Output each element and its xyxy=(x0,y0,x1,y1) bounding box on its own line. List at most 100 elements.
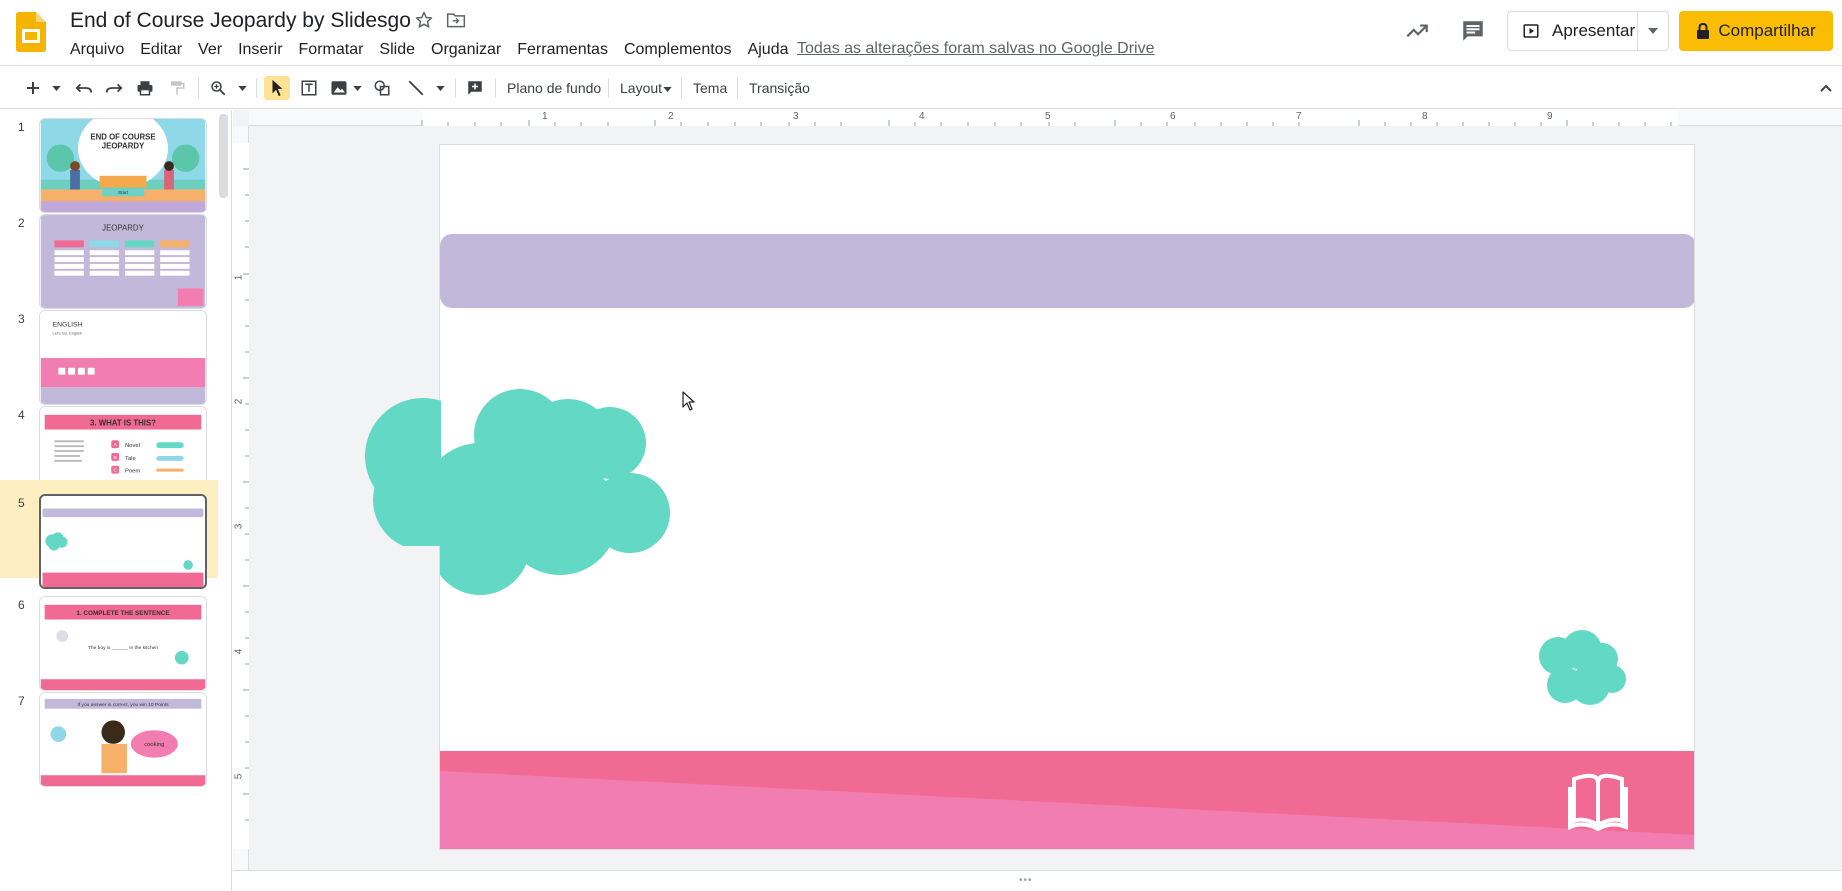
insert-comment-button[interactable] xyxy=(463,76,487,100)
menu-arquivo[interactable]: Arquivo xyxy=(62,40,132,60)
text-box-icon xyxy=(301,80,317,96)
ruler-label: 4 xyxy=(919,111,925,122)
present-label: Apresentar xyxy=(1552,21,1636,40)
star-icon[interactable] xyxy=(414,10,434,30)
menu-formatar[interactable]: Formatar xyxy=(291,40,372,60)
new-slide-button[interactable] xyxy=(24,76,42,100)
present-button-group: Apresentar xyxy=(1507,11,1669,51)
menu-ajuda[interactable]: Ajuda xyxy=(740,40,797,60)
caret-down-icon xyxy=(237,85,247,91)
thumb-title: ENGLISH xyxy=(53,322,83,329)
ruler-label: 5 xyxy=(1045,111,1051,122)
slide-canvas[interactable] xyxy=(439,144,1695,850)
zoom-button[interactable] xyxy=(206,76,230,100)
ruler-label: 1 xyxy=(233,274,245,281)
slide-thumbnail[interactable] xyxy=(39,494,207,589)
line-button[interactable] xyxy=(404,76,428,100)
thumb-option: Poem xyxy=(125,469,140,475)
line-icon xyxy=(408,80,424,96)
collapse-toolbar-icon[interactable] xyxy=(1818,80,1834,101)
toolbar-separator xyxy=(681,78,682,98)
thumb-start-label: Start xyxy=(118,190,129,196)
thumb-subtitle: Let's Go, English xyxy=(53,330,82,335)
caret-down-icon xyxy=(1648,28,1659,34)
menu-organizar[interactable]: Organizar xyxy=(423,40,509,60)
paint-format-button[interactable] xyxy=(165,76,189,100)
thumb-bubble: cooking xyxy=(144,742,164,748)
activity-trend-icon[interactable] xyxy=(1404,18,1430,44)
add-comment-icon xyxy=(468,81,482,95)
large-cloud-overflow xyxy=(365,398,441,546)
menu-inserir[interactable]: Inserir xyxy=(230,40,290,60)
transition-button[interactable]: Transição xyxy=(749,80,810,96)
insert-image-dropdown[interactable] xyxy=(351,76,363,100)
comment-icon[interactable] xyxy=(1460,18,1486,44)
undo-button[interactable] xyxy=(72,76,96,100)
resize-handle-icon[interactable]: ••• xyxy=(1019,875,1033,886)
save-status-link[interactable]: Todas as alterações foram salvas no Goog… xyxy=(797,40,1155,58)
thumb-letter: B xyxy=(114,455,117,461)
menu-bar: Arquivo Editar Ver Inserir Formatar Slid… xyxy=(62,40,796,60)
slide-number: 6 xyxy=(18,598,25,612)
slide-thumbnail[interactable]: Start END OF COURSE JEOPARDY xyxy=(39,118,207,213)
select-tool-button[interactable] xyxy=(264,76,290,100)
layout-button[interactable]: Layout xyxy=(620,80,662,96)
redo-icon xyxy=(105,83,123,93)
ruler-label: 2 xyxy=(233,398,245,405)
pointer-icon xyxy=(272,79,283,97)
vertical-ruler[interactable]: 1 2 3 4 5 xyxy=(233,126,249,870)
menu-ver[interactable]: Ver xyxy=(190,40,230,60)
speaker-notes-bar[interactable]: ••• xyxy=(233,870,1842,891)
slide-thumbnail[interactable]: 1. COMPLETE THE SENTENCE The boy is ____… xyxy=(39,596,207,691)
ruler-label: 2 xyxy=(668,111,674,122)
toolbar-separator xyxy=(256,78,257,98)
thumb-title: END OF COURSE JEOPARDY xyxy=(90,132,156,151)
ruler-label: 9 xyxy=(1547,111,1553,122)
slide-thumbnail[interactable]: JEOPARDY xyxy=(39,214,207,309)
undo-icon xyxy=(75,83,93,93)
slides-logo-icon[interactable] xyxy=(16,12,46,52)
slide-number: 2 xyxy=(18,216,25,230)
caret-down-icon xyxy=(435,85,445,91)
caret-down-icon xyxy=(352,85,362,91)
insert-image-button[interactable] xyxy=(327,76,351,100)
background-button[interactable]: Plano de fundo xyxy=(507,80,601,96)
slide-thumbnail[interactable]: ENGLISH Let's Go, English xyxy=(39,310,207,405)
ruler-label: 1 xyxy=(542,111,548,122)
share-button[interactable]: Compartilhar xyxy=(1679,11,1833,51)
document-title[interactable]: End of Course Jeopardy by Slidesgo xyxy=(70,9,411,33)
caret-down-icon xyxy=(51,85,61,91)
new-slide-dropdown[interactable] xyxy=(50,76,62,100)
thumb-title: 1. COMPLETE THE SENTENCE xyxy=(76,610,169,617)
filmstrip-slide-7[interactable]: 7 If you answer is correct, you win 10 P… xyxy=(0,684,218,791)
shape-icon xyxy=(374,80,390,96)
move-to-folder-icon[interactable] xyxy=(446,11,466,29)
redo-button[interactable] xyxy=(102,76,126,100)
slide-number: 7 xyxy=(18,694,25,708)
menu-complementos[interactable]: Complementos xyxy=(616,40,740,60)
present-button[interactable]: Apresentar xyxy=(1508,12,1639,50)
shape-button[interactable] xyxy=(370,76,394,100)
image-icon xyxy=(331,81,347,95)
zoom-dropdown[interactable] xyxy=(236,76,248,100)
menu-editar[interactable]: Editar xyxy=(132,40,190,60)
print-button[interactable] xyxy=(133,76,157,100)
text-box-button[interactable] xyxy=(297,76,321,100)
thumb-sentence: The boy is ______ in the kitchen xyxy=(88,645,158,651)
filmstrip-slide-2[interactable]: 2 JEOPARDY xyxy=(0,206,218,313)
line-dropdown[interactable] xyxy=(434,76,446,100)
filmstrip-scrollbar[interactable] xyxy=(219,114,228,198)
filmstrip-slide-3[interactable]: 3 ENGLISH Let's Go, English xyxy=(0,302,218,409)
ruler-label: 8 xyxy=(1422,111,1428,122)
theme-button[interactable]: Tema xyxy=(693,80,727,96)
filmstrip-slide-1[interactable]: 1 Start END OF COURSE JEOPARDY xyxy=(0,110,218,217)
menu-ferramentas[interactable]: Ferramentas xyxy=(509,40,616,60)
present-dropdown-button[interactable] xyxy=(1638,28,1668,34)
thumb-letter: C xyxy=(113,468,117,474)
menu-slide[interactable]: Slide xyxy=(371,40,423,60)
filmstrip-slide-5[interactable]: 5 xyxy=(0,480,218,589)
slide-thumbnail[interactable]: If you answer is correct, you win 10 Poi… xyxy=(39,692,207,787)
slide-number: 1 xyxy=(18,120,25,134)
horizontal-ruler[interactable]: 1 2 3 4 5 6 7 8 9 xyxy=(249,110,1842,126)
filmstrip-slide-6[interactable]: 6 1. COMPLETE THE SENTENCE The boy is __… xyxy=(0,588,218,695)
